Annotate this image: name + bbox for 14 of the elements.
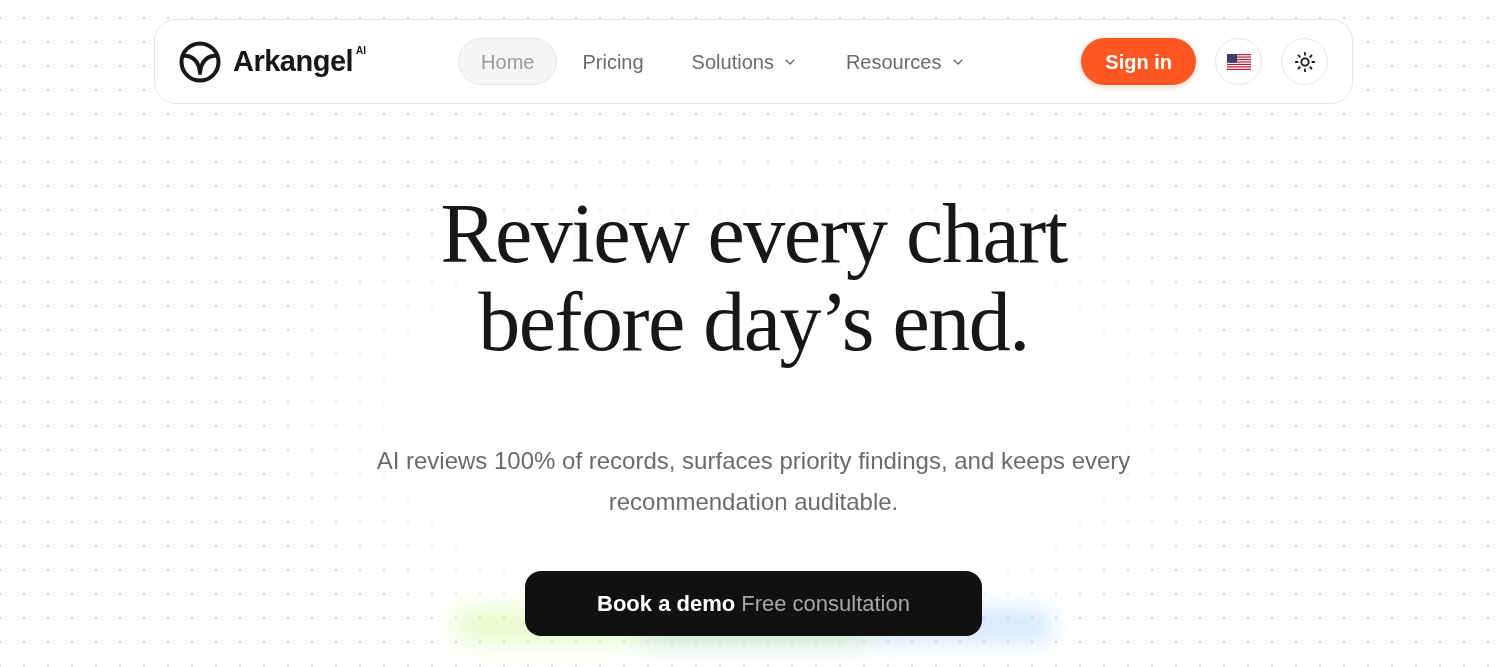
- flag-icon: [1226, 53, 1251, 70]
- nav-link[interactable]: Pricing: [559, 38, 667, 85]
- brand-tag: AI: [356, 46, 367, 56]
- hero-subtitle: AI reviews 100% of records, surfaces priority findings, and keeps every recommendation auditable.: [375, 446, 1132, 517]
- sun-icon: [1293, 50, 1316, 73]
- language-button[interactable]: [1215, 38, 1262, 85]
- logo-icon: [179, 40, 221, 83]
- nav-link[interactable]: Solutions: [668, 38, 821, 85]
- theme-toggle-button[interactable]: [1281, 38, 1328, 85]
- brand-name: Arkangel: [233, 47, 354, 76]
- nav-link[interactable]: Resources: [822, 38, 989, 85]
- hero-heading: Review every chart before day’s end.: [439, 190, 1069, 366]
- book-demo-button[interactable]: Book a demo Free consultation: [525, 571, 982, 636]
- sign-in-button[interactable]: Sign in: [1081, 38, 1196, 85]
